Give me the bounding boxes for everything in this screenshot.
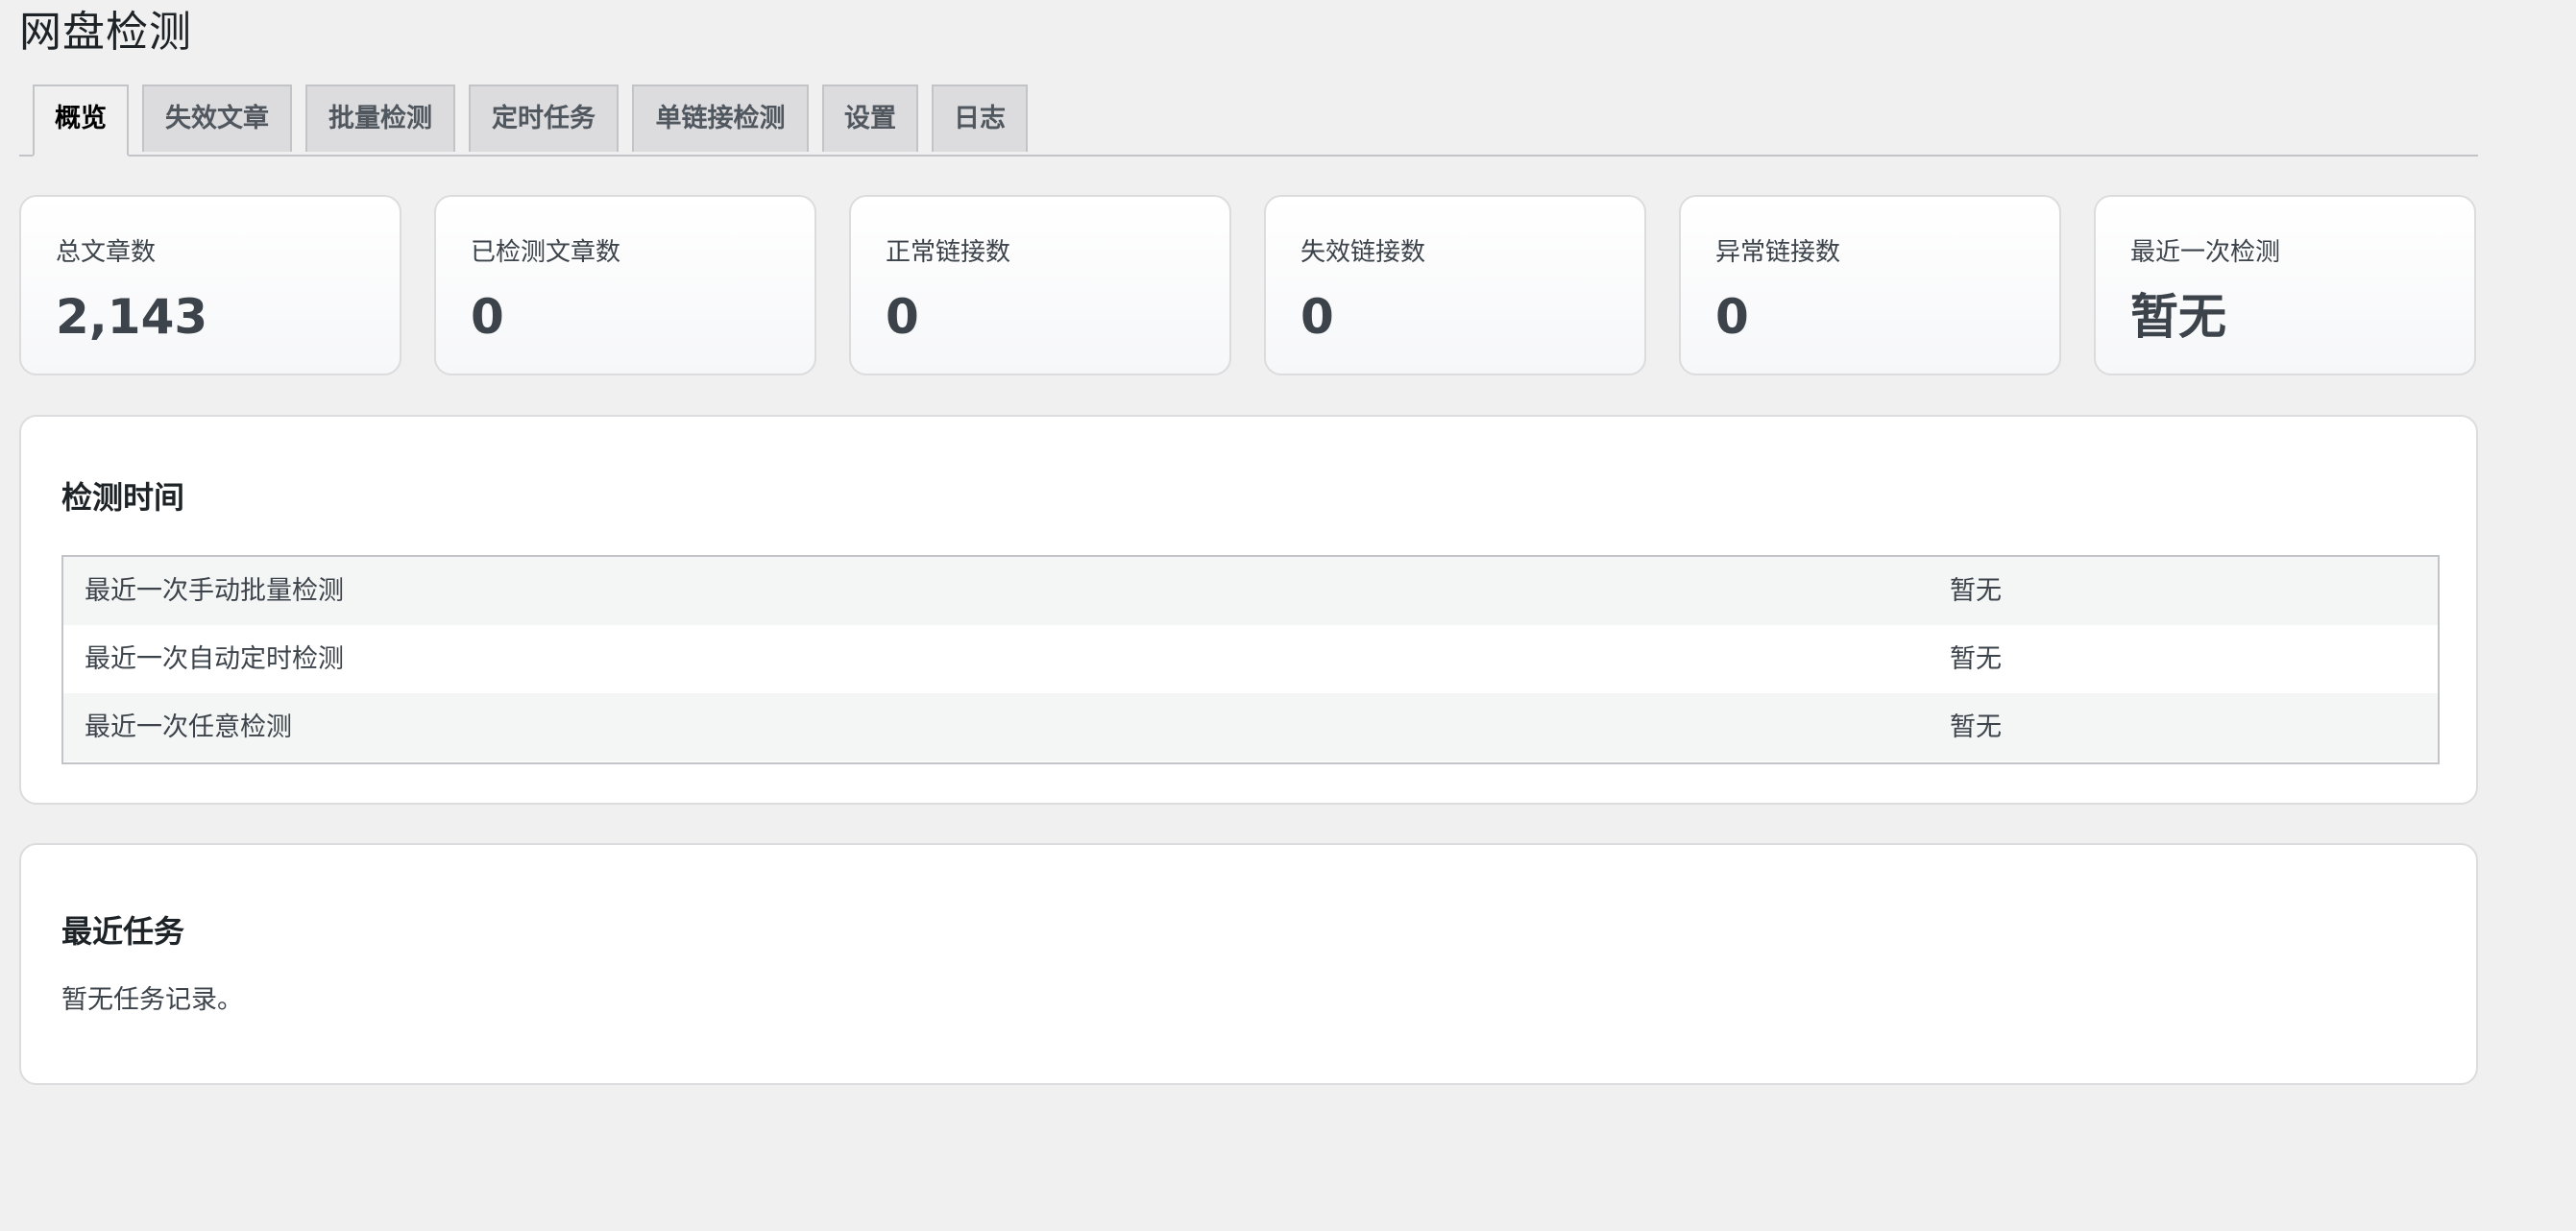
recent-tasks-title: 最近任务	[61, 913, 185, 950]
stat-card-total-posts: 总文章数 2,143	[19, 195, 401, 375]
stat-value: 暂无	[2130, 289, 2226, 345]
check-time-panel: 检测时间 最近一次手动批量检测 暂无 最近一次自动定时检测 暂无 最近一次任意检…	[19, 415, 2478, 805]
row-label: 最近一次手动批量检测	[85, 576, 344, 606]
row-label: 最近一次自动定时检测	[85, 644, 344, 674]
recent-tasks-panel: 最近任务 暂无任务记录。	[19, 843, 2478, 1085]
row-value: 暂无	[1950, 576, 2002, 606]
tab-settings[interactable]: 设置	[822, 84, 918, 152]
table-row: 最近一次任意检测 暂无	[63, 693, 2438, 761]
stat-label: 正常链接数	[886, 238, 1011, 267]
stat-label: 总文章数	[56, 238, 157, 267]
tab-batch-check[interactable]: 批量检测	[305, 84, 455, 152]
page-title: 网盘检测	[19, 8, 192, 57]
row-label: 最近一次任意检测	[85, 712, 292, 742]
stat-label: 失效链接数	[1300, 238, 1426, 267]
stat-value: 0	[886, 289, 919, 345]
tab-bar: 概览 失效文章 批量检测 定时任务 单链接检测 设置 日志	[19, 84, 2478, 157]
check-time-title: 检测时间	[61, 479, 185, 516]
check-time-table: 最近一次手动批量检测 暂无 最近一次自动定时检测 暂无 最近一次任意检测 暂无	[61, 555, 2440, 764]
stat-card-error-links: 异常链接数 0	[1679, 195, 2061, 375]
stat-card-checked-posts: 已检测文章数 0	[434, 195, 816, 375]
stat-label: 最近一次检测	[2130, 238, 2281, 267]
stat-label: 异常链接数	[1715, 238, 1841, 267]
stat-card-valid-links: 正常链接数 0	[849, 195, 1231, 375]
tab-single-link-check[interactable]: 单链接检测	[632, 84, 809, 152]
stat-value: 2,143	[56, 289, 208, 345]
row-value: 暂无	[1950, 644, 2002, 674]
stat-card-last-check: 最近一次检测 暂无	[2094, 195, 2476, 375]
tab-scheduled-tasks[interactable]: 定时任务	[469, 84, 619, 152]
table-row: 最近一次自动定时检测 暂无	[63, 625, 2438, 693]
stat-value: 0	[1715, 289, 1749, 345]
stat-value: 0	[471, 289, 504, 345]
tab-broken-posts[interactable]: 失效文章	[142, 84, 292, 152]
tab-overview[interactable]: 概览	[33, 84, 129, 157]
table-row: 最近一次手动批量检测 暂无	[63, 557, 2438, 625]
recent-tasks-empty-text: 暂无任务记录。	[61, 985, 243, 1015]
stat-value: 0	[1300, 289, 1334, 345]
tab-logs[interactable]: 日志	[932, 84, 1028, 152]
stat-card-broken-links: 失效链接数 0	[1264, 195, 1646, 375]
row-value: 暂无	[1950, 712, 2002, 742]
stat-label: 已检测文章数	[471, 238, 621, 267]
